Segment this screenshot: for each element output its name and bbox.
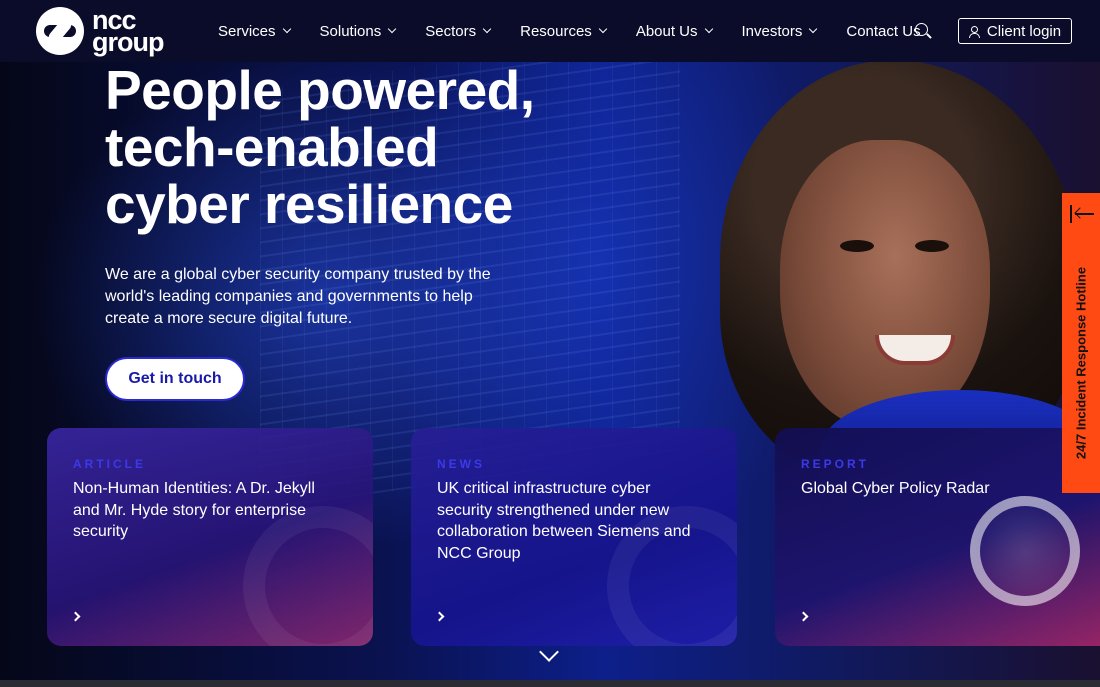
menu-item-about-us[interactable]: About Us	[635, 22, 713, 40]
headline-line-2: tech-enabled	[105, 116, 439, 178]
logo-mark-icon	[36, 7, 84, 55]
chevron-right-icon[interactable]	[70, 611, 81, 622]
menu-item-label: Sectors	[425, 22, 477, 40]
menu-item-label: Investors	[741, 22, 803, 40]
card-type-label: NEWS	[437, 457, 485, 471]
card-title: Non-Human Identities: A Dr. Jekyll and M…	[73, 480, 315, 540]
chevron-down-icon	[598, 24, 608, 34]
top-navigation: ncc group Services Solutions Sectors Res…	[0, 0, 1100, 62]
card-title: Global Cyber Policy Radar	[801, 480, 990, 497]
chevron-down-icon	[704, 24, 713, 34]
incident-response-hotline-tab[interactable]: 24/7 Incident Response Hotline	[1062, 193, 1100, 493]
chevron-right-icon[interactable]	[434, 611, 445, 622]
ncc-group-logo[interactable]: ncc group	[36, 6, 186, 56]
chevron-down-icon	[282, 24, 291, 34]
card-report[interactable]: REPORT Global Cyber Policy Radar	[775, 428, 1100, 646]
card-type-label: REPORT	[801, 457, 870, 471]
menu-item-label: Services	[218, 22, 276, 40]
hotline-label: 24/7 Incident Response Hotline	[1073, 266, 1089, 460]
card-article[interactable]: ARTICLE Non-Human Identities: A Dr. Jeky…	[47, 428, 373, 646]
menu-item-label: Resources	[520, 22, 592, 40]
menu-item-solutions[interactable]: Solutions	[319, 22, 397, 40]
headline-line-1: People powered,	[105, 59, 535, 121]
hero-intro-text: We are a global cyber security company t…	[105, 266, 491, 327]
user-icon	[968, 25, 980, 38]
menu-item-sectors[interactable]: Sectors	[425, 22, 492, 40]
menu-item-investors[interactable]: Investors	[741, 22, 818, 40]
menu-item-label: Solutions	[319, 22, 382, 40]
client-login-button[interactable]: Client login	[958, 18, 1072, 44]
menu-item-services[interactable]: Services	[218, 22, 291, 40]
menu-item-label: Contact Us	[846, 22, 921, 40]
get-in-touch-button[interactable]: Get in touch	[105, 357, 245, 401]
hero-headline: People powered, tech-enabled cyber resil…	[105, 62, 665, 233]
menu-item-label: About Us	[635, 22, 698, 40]
headline-line-3: cyber resilience	[105, 173, 513, 235]
radar-graphic	[970, 496, 1080, 606]
card-type-label: ARTICLE	[73, 457, 146, 471]
logo-text-bottom: group	[92, 27, 164, 57]
menu-item-resources[interactable]: Resources	[520, 22, 608, 40]
search-icon[interactable]	[915, 23, 931, 39]
card-title: UK critical infrastructure cyber securit…	[437, 480, 691, 562]
menu-item-contact-us[interactable]: Contact Us	[846, 23, 920, 40]
page-bottom-strip	[0, 680, 1100, 687]
chevron-down-icon	[388, 24, 397, 34]
main-menu: Services Solutions Sectors Resources Abo…	[218, 0, 951, 62]
chevron-down-icon	[809, 24, 818, 34]
arrow-left-to-bar-icon	[1070, 205, 1094, 223]
chevron-down-icon	[482, 24, 492, 34]
card-news[interactable]: NEWS UK critical infrastructure cyber se…	[411, 428, 737, 646]
client-login-label: Client login	[986, 22, 1062, 40]
chevron-right-icon[interactable]	[798, 611, 809, 622]
hero-portrait-image	[700, 60, 1100, 510]
